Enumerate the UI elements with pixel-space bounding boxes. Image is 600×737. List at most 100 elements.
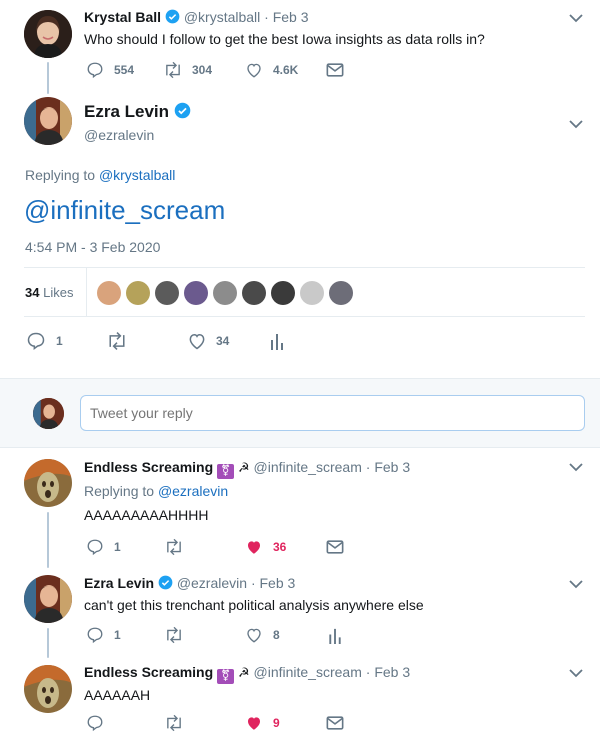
avatar-ezra-image: [24, 97, 72, 145]
chevron-down-icon[interactable]: [568, 578, 584, 590]
like-button-liked[interactable]: 36: [245, 538, 286, 556]
tweet-header: Ezra Levin @ezralevin · Feb 3: [84, 575, 295, 591]
tweet-date[interactable]: · Feb 3: [264, 9, 308, 25]
flag-emoji-icon: ⚧: [217, 464, 235, 479]
author-name[interactable]: Ezra Levin: [84, 102, 169, 121]
like-count: 36: [273, 540, 287, 554]
avatar-krystal-ball[interactable]: [24, 10, 72, 58]
avatar-current-user-image: [33, 398, 64, 429]
reply-icon: [27, 332, 45, 350]
like-count: 9: [273, 716, 280, 730]
likes-summary[interactable]: 34 Likes: [25, 285, 73, 300]
retweet-button[interactable]: [164, 626, 184, 644]
reply-button[interactable]: 1: [26, 331, 63, 351]
like-button[interactable]: 34: [187, 331, 229, 351]
thread-line: [47, 628, 49, 658]
author-name[interactable]: Krystal Ball: [84, 9, 161, 25]
divider: [86, 268, 87, 316]
replying-to: Replying to @ezralevin: [84, 483, 228, 499]
avatar-scream-image: [24, 459, 72, 507]
liker-avatar[interactable]: [97, 281, 121, 305]
reply-count: 554: [114, 63, 135, 77]
like-count: 4.6K: [273, 63, 299, 77]
retweet-count: 304: [192, 63, 213, 77]
tweet-timestamp[interactable]: 4:54 PM - 3 Feb 2020: [25, 239, 160, 255]
tweet-date[interactable]: · Feb 3: [366, 664, 410, 680]
avatar-ezra-levin[interactable]: [24, 575, 72, 623]
envelope-icon[interactable]: [326, 715, 344, 731]
liker-avatar[interactable]: [242, 281, 266, 305]
liker-avatar[interactable]: [329, 281, 353, 305]
liker-avatar[interactable]: [271, 281, 295, 305]
reply-input[interactable]: [80, 395, 585, 431]
like-button-liked[interactable]: 9: [245, 714, 280, 732]
liker-avatar[interactable]: [184, 281, 208, 305]
heart-icon: [247, 628, 261, 643]
author-handle[interactable]: @krystalball: [184, 9, 260, 25]
reply-button[interactable]: 1: [86, 538, 121, 556]
reply-button[interactable]: 1: [86, 626, 121, 644]
verified-badge-icon: [174, 102, 191, 119]
tweet-text: AAAAAAAAAHHHH: [84, 507, 209, 523]
tweet-header: Endless Screaming ⚧ ☭ @infinite_scream ·…: [84, 664, 410, 684]
retweet-icon: [166, 61, 180, 79]
likes-total: 34: [25, 285, 40, 300]
reply-icon: [87, 627, 103, 644]
retweet-icon: [109, 331, 125, 351]
like-button[interactable]: 8: [245, 626, 280, 644]
heart-icon: [247, 63, 261, 78]
tweet-date[interactable]: · Feb 3: [251, 575, 295, 591]
hammer-sickle-icon: ☭: [237, 460, 250, 475]
liker-avatar[interactable]: [213, 281, 237, 305]
retweet-button[interactable]: [164, 714, 184, 732]
liker-avatar[interactable]: [300, 281, 324, 305]
flag-emoji-icon: ⚧: [217, 669, 235, 684]
avatar-ezra-levin[interactable]: [24, 97, 72, 145]
replying-to-label: Replying to: [84, 483, 155, 499]
main-tweet-text[interactable]: @infinite_scream: [24, 195, 225, 226]
retweet-button[interactable]: [164, 538, 184, 556]
chevron-down-icon[interactable]: [568, 118, 584, 130]
main-author: Ezra Levin: [84, 102, 191, 122]
author-handle[interactable]: @ezralevin: [177, 575, 247, 591]
divider: [24, 316, 585, 317]
like-button[interactable]: 4.6K: [245, 61, 298, 79]
chevron-down-icon[interactable]: [568, 12, 584, 24]
tweet-text: AAAAAAH: [84, 687, 151, 703]
avatar-endless-screaming[interactable]: [24, 665, 72, 713]
author-handle[interactable]: @infinite_scream: [254, 459, 362, 475]
reply-button[interactable]: 554: [86, 61, 134, 79]
retweet-icon: [167, 626, 181, 644]
liker-avatar[interactable]: [155, 281, 179, 305]
replying-to-handle[interactable]: @krystalball: [99, 167, 175, 183]
analytics-icon[interactable]: [270, 332, 284, 350]
author-name[interactable]: Endless Screaming: [84, 664, 213, 680]
hammer-sickle-icon: ☭: [237, 665, 250, 680]
reply-icon: [87, 62, 103, 79]
avatar-endless-screaming[interactable]: [24, 459, 72, 507]
tweet-date[interactable]: · Feb 3: [366, 459, 410, 475]
verified-badge-icon: [158, 575, 173, 590]
author-handle[interactable]: @ezralevin: [84, 127, 154, 143]
liker-avatar[interactable]: [126, 281, 150, 305]
chevron-down-icon[interactable]: [568, 667, 584, 679]
tweet-text: Who should I follow to get the best Iowa…: [84, 31, 485, 47]
envelope-icon[interactable]: [326, 62, 344, 78]
retweet-icon: [167, 714, 181, 732]
retweet-button[interactable]: 304: [163, 61, 212, 79]
author-name[interactable]: Endless Screaming: [84, 459, 213, 475]
envelope-icon[interactable]: [326, 539, 344, 555]
reply-button[interactable]: [86, 714, 104, 732]
replying-to-handle[interactable]: @ezralevin: [158, 483, 228, 499]
avatar-ezra-image: [24, 575, 72, 623]
analytics-icon[interactable]: [328, 627, 342, 644]
verified-badge-icon: [165, 9, 180, 24]
like-count: 8: [273, 628, 280, 642]
retweet-button[interactable]: [106, 331, 128, 351]
heart-icon: [189, 333, 205, 350]
reply-icon: [87, 539, 103, 556]
author-name[interactable]: Ezra Levin: [84, 575, 154, 591]
author-handle[interactable]: @infinite_scream: [254, 664, 362, 680]
reply-count: 1: [56, 334, 63, 348]
chevron-down-icon[interactable]: [568, 461, 584, 473]
